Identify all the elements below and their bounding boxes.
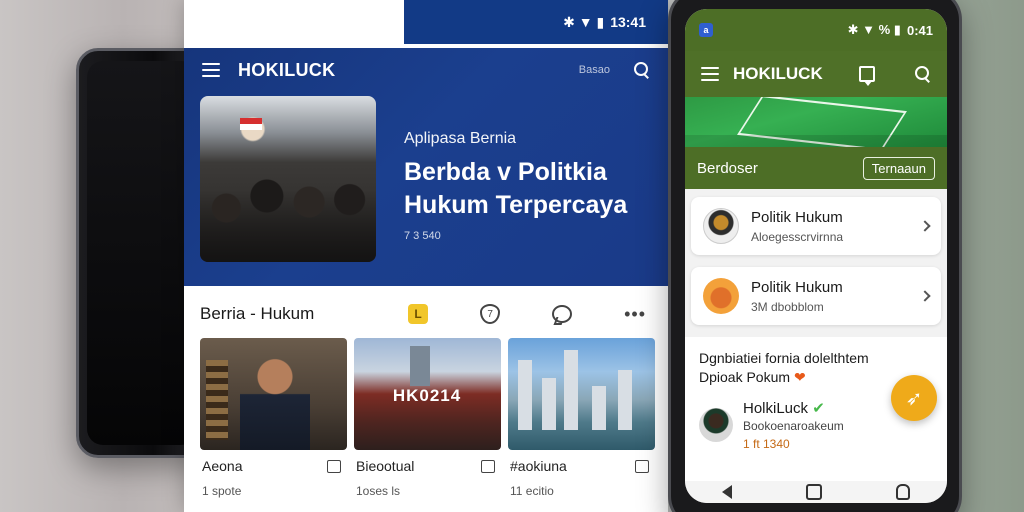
building-graphic (618, 370, 632, 430)
section-title: Berria - Hukum (200, 304, 315, 323)
compose-fab-icon[interactable]: ➶ (891, 375, 937, 421)
tablet-screen: ✱ ▼ ▮ 13:41 HOKILUCK Basao Aplipasa Bern… (184, 0, 668, 512)
card-meta: 1 spote (202, 484, 242, 498)
bookmark-icon[interactable] (327, 459, 341, 473)
phone-app-bar: HOKILUCK (685, 51, 947, 97)
shield-icon[interactable]: 7 (480, 304, 501, 324)
banner-title: Berdoser (697, 159, 758, 177)
chat-icon[interactable] (552, 305, 573, 323)
phone-app-title: HOKILUCK (733, 64, 823, 83)
list-item-subtitle: 3M dbobblom (751, 299, 824, 314)
search-icon[interactable] (915, 66, 931, 82)
phone-nav-bar (685, 481, 947, 503)
phone-status-time: 0:41 (906, 22, 933, 38)
verified-check-icon: ✔ (812, 400, 825, 417)
phone-banner: Berdoser Ternaaun (685, 147, 947, 189)
section-header: Berria - Hukum L 7 ••• (184, 296, 668, 332)
back-icon[interactable] (722, 485, 732, 499)
card-thumbnail (200, 338, 347, 450)
hero-text[interactable]: Aplipasa Bernia Berbda v Politkia Hukum … (404, 130, 644, 242)
tower-graphic (410, 346, 430, 386)
phone-list: Politik Hukum Aloegesscrvirnna Politik H… (691, 197, 941, 337)
avatar (703, 208, 739, 244)
news-card[interactable]: HK0214 Bieootual 1oses ls (354, 338, 501, 498)
app-badge-icon: a (699, 23, 713, 37)
building-graphic (564, 350, 578, 430)
avatar (703, 278, 739, 314)
building-graphic (518, 360, 532, 430)
building-graphic (592, 386, 606, 430)
appbar-label[interactable]: Basao (579, 64, 610, 76)
screenshot-stage: ✱ ▼ ▮ 13:41 HOKILUCK Basao Aplipasa Bern… (0, 0, 1024, 512)
card-meta: 1oses ls (356, 484, 401, 498)
post-headline-text: Dgnbiatiei fornia dolelthtem Dpioak Poku… (699, 350, 869, 385)
chevron-right-icon (919, 290, 931, 302)
hero-headline: Berbda v Politkia Hukum Terpercaya (404, 158, 628, 219)
post-headline: Dgnbiatiei fornia dolelthtem Dpioak Poku… (699, 349, 909, 387)
search-icon[interactable] (634, 62, 650, 78)
phone-screen: a ✱ ▼ % ▮ 0:41 HOKILUCK Berdoser Ternaau… (685, 9, 947, 503)
card-meta: 11 ecitio (510, 484, 554, 498)
card-thumbnail: HK0214 (354, 338, 501, 450)
assistant-icon[interactable] (896, 484, 910, 500)
menu-icon[interactable] (202, 63, 220, 77)
heart-icon: ❤ (793, 369, 806, 385)
chevron-right-icon (919, 220, 931, 232)
more-icon[interactable]: ••• (624, 304, 646, 325)
card-thumbnail (508, 338, 655, 450)
message-icon[interactable] (859, 66, 875, 86)
hero-meta: 7 3 540 (404, 230, 441, 242)
card-title: #aokiuna (510, 458, 567, 474)
menu-icon[interactable] (701, 67, 719, 81)
hero-image[interactable] (200, 96, 376, 262)
section-actions: L 7 ••• (408, 304, 652, 325)
phone-status-icons: ✱ ▼ % ▮ (847, 22, 901, 37)
banner-button[interactable]: Ternaaun (862, 156, 935, 180)
home-icon[interactable] (806, 484, 822, 500)
crowd-graphic (200, 142, 376, 262)
app-bar: HOKILUCK Basao (184, 48, 668, 92)
phone-status-bar: a ✱ ▼ % ▮ 0:41 (685, 9, 947, 51)
author-name: HolkiLuck (743, 400, 809, 417)
status-bar: ✱ ▼ ▮ 13:41 (404, 0, 668, 44)
flag-graphic (240, 118, 262, 130)
app-title: HOKILUCK (238, 59, 336, 80)
post-author: HolkiLuck ✔ (743, 399, 844, 417)
news-card[interactable]: #aokiuna 11 ecitio (508, 338, 655, 498)
avatar[interactable] (699, 408, 733, 442)
shelf-graphic (206, 360, 228, 440)
news-card[interactable]: Aeona 1 spote (200, 338, 347, 498)
list-item-subtitle: Aloegesscrvirnna (751, 229, 844, 244)
list-item[interactable]: Politik Hukum 3M dbobblom (691, 267, 941, 325)
bookmark-icon[interactable] (635, 459, 649, 473)
thumbnail-sign: HK0214 (392, 386, 462, 405)
status-icons: ✱ ▼ ▮ (563, 13, 605, 30)
person-graphic (240, 356, 310, 450)
list-item-title: Politik Hukum (751, 208, 843, 226)
card-title: Aeona (202, 458, 243, 474)
list-item-title: Politik Hukum (751, 278, 843, 296)
card-title: Bieootual (356, 458, 415, 474)
right-phone: a ✱ ▼ % ▮ 0:41 HOKILUCK Berdoser Ternaau… (668, 0, 962, 512)
post-author-subtitle: Bookoenaroakeum (743, 419, 844, 433)
post-time: 1 ft 1340 (743, 437, 790, 451)
building-graphic (542, 378, 556, 430)
soccer-field-banner (685, 97, 947, 147)
hero-eyebrow: Aplipasa Bernia (404, 130, 517, 147)
tag-icon[interactable]: L (408, 304, 429, 324)
list-item[interactable]: Politik Hukum Aloegesscrvirnna (691, 197, 941, 255)
news-cards: Aeona 1 spote HK0214 Bieootual 1oses ls (200, 338, 655, 498)
bookmark-icon[interactable] (481, 459, 495, 473)
status-time: 13:41 (610, 14, 646, 30)
